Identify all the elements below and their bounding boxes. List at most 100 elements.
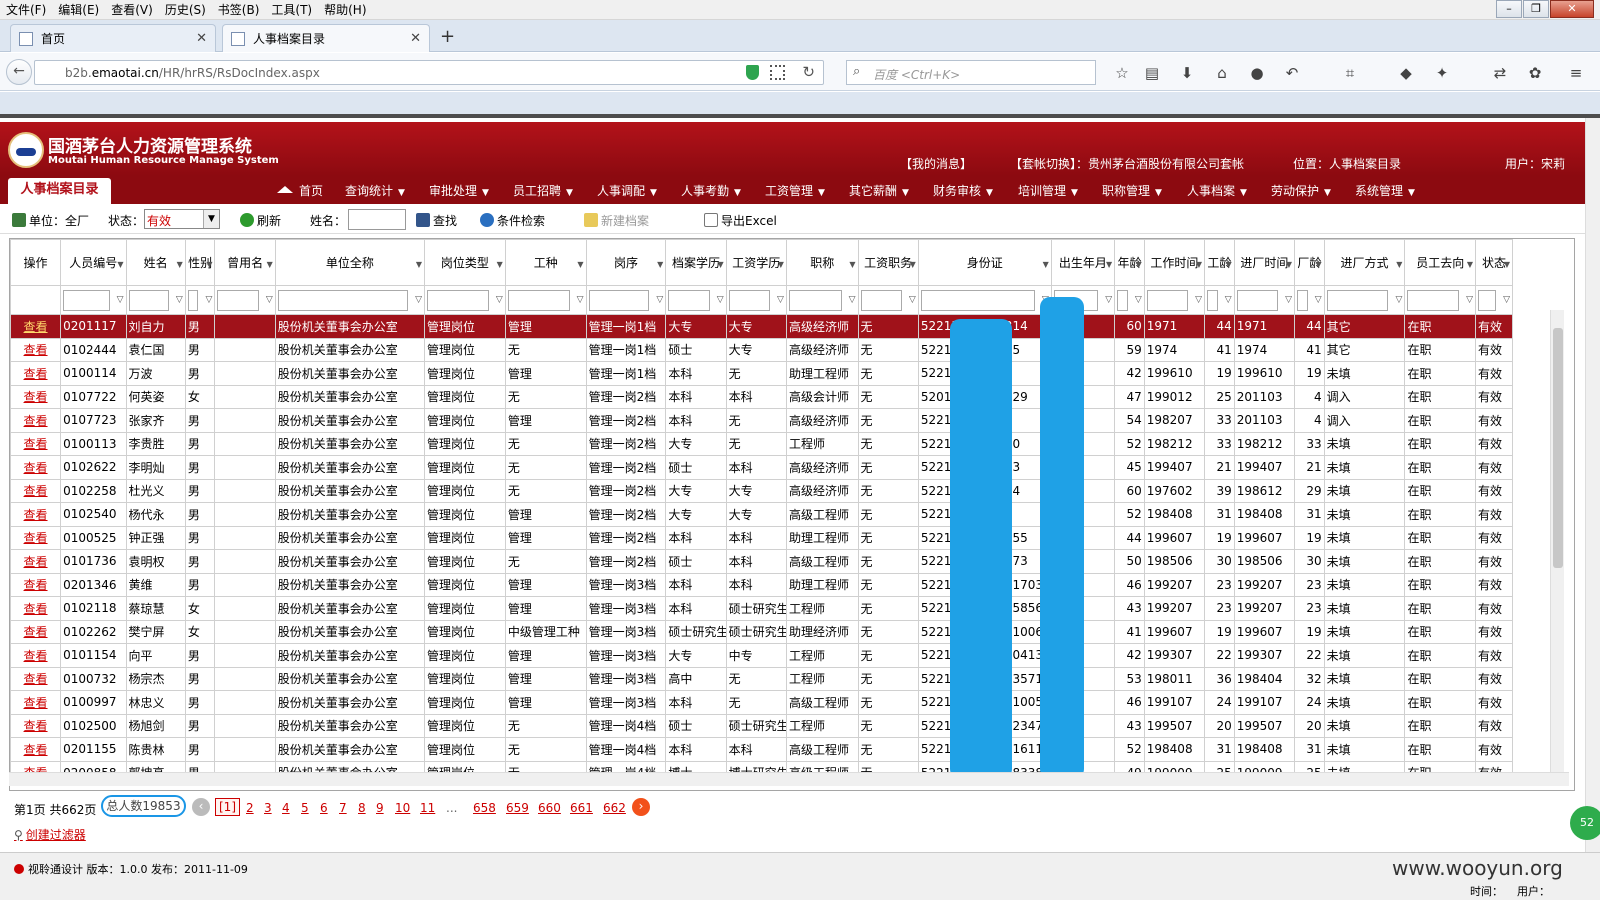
column-filter-input[interactable]	[1146, 289, 1189, 311]
sort-caret-icon[interactable]: ▼	[1226, 260, 1232, 269]
filter-icon[interactable]: ▽	[656, 295, 663, 305]
menu-edit[interactable]: 编辑(E)	[52, 0, 105, 18]
next-page-icon[interactable]: ›	[632, 798, 650, 816]
nav-recruitment[interactable]: 员工招聘 ▼	[513, 182, 573, 199]
chat-icon[interactable]: ●	[1247, 63, 1267, 83]
comment-icon[interactable]: ◆	[1396, 63, 1416, 83]
column-filter-input[interactable]	[668, 289, 710, 311]
menu-history[interactable]: 历史(S)	[159, 0, 212, 18]
new-record-button[interactable]: 新建档案	[584, 212, 649, 229]
prev-page-icon[interactable]: ‹	[192, 798, 210, 816]
reload-icon[interactable]: ↻	[802, 63, 815, 81]
status-select[interactable]: 有效 ▼	[144, 209, 220, 229]
column-header[interactable]: 年龄 ▼	[1114, 239, 1145, 286]
page-link[interactable]: 6	[320, 801, 328, 815]
sort-caret-icon[interactable]: ▼	[267, 260, 273, 269]
column-filter-input[interactable]	[728, 289, 770, 311]
sort-caret-icon[interactable]: ▼	[1504, 260, 1510, 269]
table-row[interactable]: 查看 0102118 蔡琼慧女 股份机关董事会办公室 管理岗位 管理 管理一岗3档 本科 硕士研…	[10, 596, 1514, 621]
column-filter-input[interactable]	[788, 289, 842, 311]
column-filter-input[interactable]	[588, 289, 650, 311]
sort-caret-icon[interactable]: ▼	[497, 260, 503, 269]
column-header[interactable]: 岗序 ▼	[585, 239, 667, 286]
hamburger-menu-icon[interactable]: ≡	[1566, 63, 1586, 83]
column-header[interactable]: 厂龄 ▼	[1294, 239, 1325, 286]
filter-icon[interactable]: ▽	[1396, 295, 1403, 305]
filter-icon[interactable]: ▽	[777, 295, 784, 305]
filter-icon[interactable]: ▽	[117, 295, 124, 305]
filter-icon[interactable]: ▽	[909, 295, 916, 305]
reading-list-icon[interactable]: ▤	[1142, 63, 1162, 83]
filter-icon[interactable]: ▽	[849, 295, 856, 305]
sort-caret-icon[interactable]: ▼	[1136, 260, 1142, 269]
column-header[interactable]: 曾用名 ▼	[214, 239, 276, 286]
table-row[interactable]: 查看 0100525 钟正强男股份机关董事会办公室 管理岗位 管理 管理一岗2档 本科 本科助…	[10, 525, 1514, 550]
view-link[interactable]: 查看	[10, 619, 62, 644]
sort-caret-icon[interactable]: ▼	[117, 260, 123, 269]
nav-records[interactable]: 人事档案 ▼	[1187, 182, 1247, 199]
page-link[interactable]: 9	[376, 801, 384, 815]
grid-horizontal-scrollbar[interactable]	[9, 772, 1569, 786]
account-switch-link[interactable]: 【套帐切换】：贵州茅台酒股份有限公司套帐	[1010, 155, 1244, 172]
export-excel-button[interactable]: 导出Excel	[704, 212, 777, 229]
nav-labor-protection[interactable]: 劳动保护 ▼	[1271, 182, 1331, 199]
page-link[interactable]: 4	[282, 801, 290, 815]
page-link[interactable]: 3	[264, 801, 272, 815]
page-link[interactable]: 659	[506, 801, 529, 815]
nav-salary[interactable]: 工资管理 ▼	[765, 182, 825, 199]
sort-caret-icon[interactable]: ▼	[177, 260, 183, 269]
view-link[interactable]: 查看	[10, 572, 62, 597]
page-tab[interactable]: 人事档案目录	[8, 178, 111, 204]
page-link[interactable]: 5	[301, 801, 309, 815]
grid-vertical-scrollbar[interactable]	[1550, 310, 1564, 780]
sort-caret-icon[interactable]: ▼	[1043, 260, 1049, 269]
column-filter-input[interactable]	[277, 289, 409, 311]
minimize-button[interactable]: –	[1496, 0, 1522, 18]
sort-caret-icon[interactable]: ▼	[657, 260, 663, 269]
column-header[interactable]: 工作时间 ▼	[1143, 239, 1206, 286]
nav-training[interactable]: 培训管理 ▼	[1018, 182, 1078, 199]
page-link[interactable]: 662	[603, 801, 626, 815]
sort-caret-icon[interactable]: ▼	[416, 260, 422, 269]
filter-icon[interactable]: ▽	[1105, 295, 1112, 305]
menu-file[interactable]: 文件(F)	[0, 0, 52, 18]
view-link[interactable]: 查看	[10, 549, 62, 574]
unit-selector[interactable]: 单位：全厂	[12, 212, 89, 229]
view-link[interactable]: 查看	[10, 478, 62, 503]
table-row[interactable]: 查看 0100997 林忠义男股份机关董事会办公室 管理岗位 管理 管理一岗3档 本科无高级…	[10, 690, 1514, 715]
sort-caret-icon[interactable]: ▼	[577, 260, 583, 269]
nav-system[interactable]: 系统管理 ▼	[1355, 182, 1415, 199]
column-filter-input[interactable]	[1477, 289, 1496, 311]
column-header[interactable]: 人员编号 ▼	[60, 239, 127, 286]
column-header[interactable]: 档案学历 ▼	[665, 239, 727, 286]
tab-hr-records[interactable]: 人事档案目录 ✕	[222, 24, 430, 52]
column-filter-input[interactable]	[1117, 289, 1128, 311]
filter-icon[interactable]: ▽	[577, 295, 584, 305]
filter-icon[interactable]: ▽	[496, 295, 503, 305]
column-filter-input[interactable]	[1326, 289, 1389, 311]
page-link[interactable]: 10	[395, 801, 410, 815]
scroll-thumb[interactable]	[1553, 328, 1563, 568]
view-link[interactable]: 查看	[10, 431, 62, 456]
page-link[interactable]: 661	[570, 801, 593, 815]
column-header[interactable]: 状态 ▼	[1474, 239, 1514, 286]
page-link[interactable]: 660	[538, 801, 561, 815]
page-link[interactable]: 658	[473, 801, 496, 815]
view-link[interactable]: 查看	[10, 384, 62, 409]
page-link[interactable]: [1]	[215, 798, 240, 816]
sort-caret-icon[interactable]: ▼	[1196, 260, 1202, 269]
find-button[interactable]: 查找	[416, 212, 457, 229]
column-header[interactable]: 操作	[10, 239, 62, 286]
table-row[interactable]: 查看 0100113 李贵胜男股份机关董事会办公室 管理岗位无管理一岗2档 大专无工程师…	[10, 431, 1514, 456]
my-messages-link[interactable]: 【我的消息】	[900, 155, 972, 172]
sort-caret-icon[interactable]: ▼	[1467, 260, 1473, 269]
tab-home[interactable]: 首页 ✕	[10, 24, 216, 52]
nav-titles[interactable]: 职称管理 ▼	[1102, 182, 1162, 199]
nav-query-stats[interactable]: 查询统计 ▼	[345, 182, 405, 199]
column-header[interactable]: 姓名 ▼	[125, 239, 186, 286]
filter-icon[interactable]: ▽	[206, 295, 213, 305]
search-input[interactable]: ⌕ 百度 <Ctrl+K>	[846, 60, 1096, 85]
column-header[interactable]: 工种 ▼	[504, 239, 587, 286]
table-row[interactable]: 查看 0102444 袁仁国男股份机关董事会办公室 管理岗位无管理一岗1档 硕士 大专 高级…	[10, 337, 1514, 362]
sort-caret-icon[interactable]: ▼	[1286, 260, 1292, 269]
